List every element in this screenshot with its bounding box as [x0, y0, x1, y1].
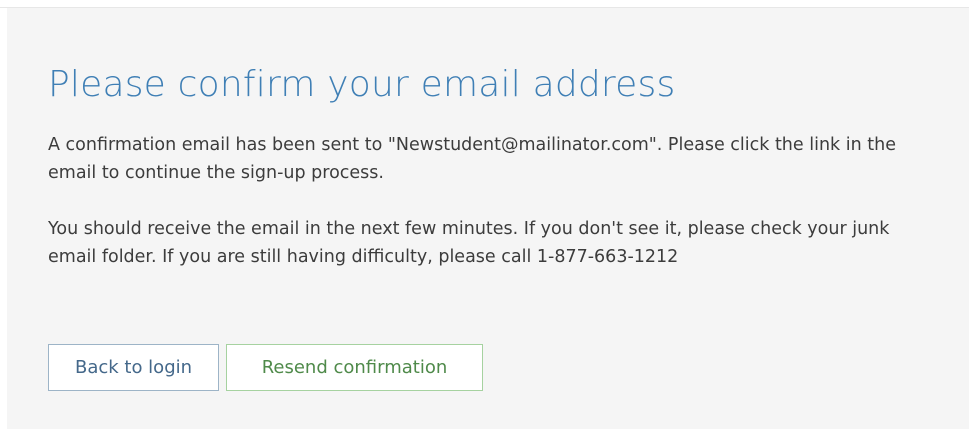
resend-confirmation-button[interactable]: Resend confirmation	[226, 344, 483, 391]
confirmation-panel: Please confirm your email address A conf…	[7, 8, 969, 429]
confirmation-sent-message: A confirmation email has been sent to "N…	[48, 135, 896, 183]
page-title: Please confirm your email address	[48, 64, 676, 105]
help-message: You should receive the email in the next…	[48, 219, 890, 267]
back-to-login-button[interactable]: Back to login	[48, 344, 219, 391]
top-divider	[0, 0, 969, 8]
